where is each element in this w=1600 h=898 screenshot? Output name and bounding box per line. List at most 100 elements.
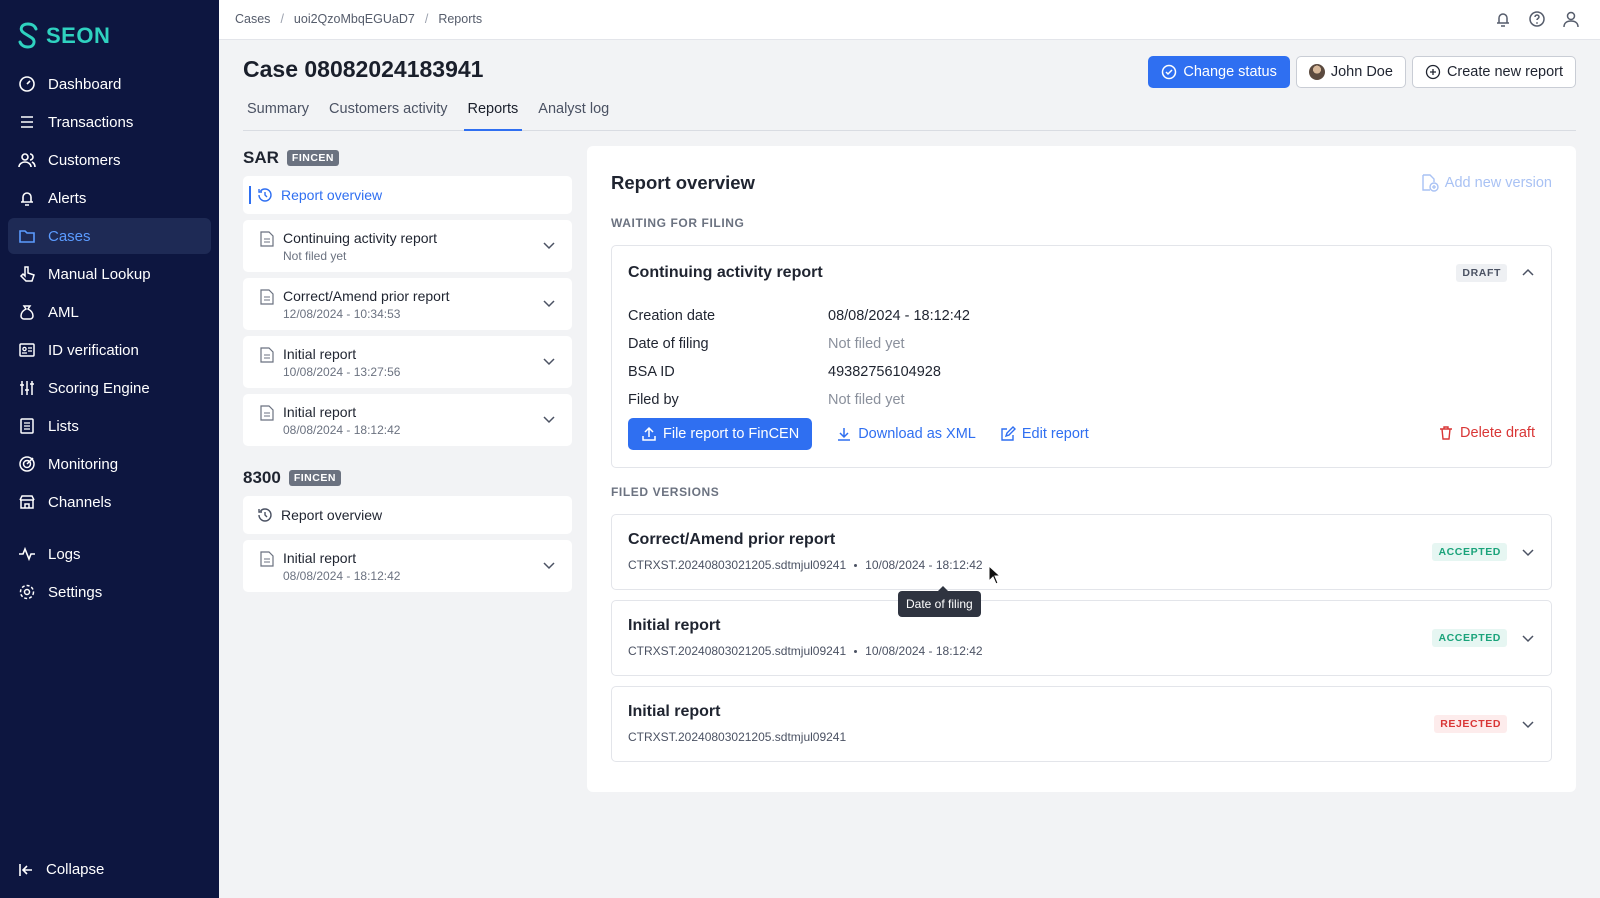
sar-report-item[interactable]: Correct/Amend prior report 12/08/2024 - … bbox=[243, 278, 572, 330]
delete-draft-button[interactable]: Delete draft bbox=[1438, 425, 1535, 441]
version-title: Correct/Amend prior report bbox=[628, 531, 836, 548]
sidebar-item-channels[interactable]: Channels bbox=[8, 484, 211, 520]
sidebar-item-transactions[interactable]: Transactions bbox=[8, 104, 211, 140]
tab-reports[interactable]: Reports bbox=[463, 98, 523, 131]
sar-report-item[interactable]: Initial report 08/08/2024 - 18:12:42 bbox=[243, 394, 572, 446]
tab-analyst-log[interactable]: Analyst log bbox=[534, 98, 613, 131]
draft-details: Creation date 08/08/2024 - 18:12:42 Date… bbox=[628, 302, 970, 414]
create-new-report-button[interactable]: Create new report bbox=[1411, 56, 1576, 88]
detail-row: Date of filing Not filed yet bbox=[628, 330, 970, 358]
waiting-for-filing-label: WAITING FOR FILING bbox=[611, 216, 745, 230]
version-filename: CTRXST.20240803021205.sdtmjul09241 bbox=[628, 730, 847, 744]
document-icon bbox=[260, 551, 274, 567]
version-filename: CTRXST.20240803021205.sdtmjul09241 bbox=[628, 558, 847, 572]
top-bar: Cases / uoi2QzoMbqEGUaD7 / Reports bbox=[219, 0, 1600, 40]
filed-version-card[interactable]: Initial report CTRXST.20240803021205.sdt… bbox=[611, 600, 1552, 676]
help-icon[interactable] bbox=[1528, 10, 1546, 28]
sidebar-item-label: Alerts bbox=[48, 189, 87, 207]
sar-report-item[interactable]: Initial report 10/08/2024 - 13:27:56 bbox=[243, 336, 572, 388]
sar-report-item[interactable]: Continuing activity report Not filed yet bbox=[243, 220, 572, 272]
file-report-button[interactable]: File report to FinCEN bbox=[628, 418, 813, 450]
chevron-up-icon[interactable] bbox=[1521, 266, 1535, 280]
report-item-date: 10/08/2024 - 13:27:56 bbox=[283, 365, 401, 379]
report-item-title: Initial report bbox=[283, 346, 357, 362]
meta-separator bbox=[854, 563, 858, 567]
chevron-down-icon[interactable] bbox=[1521, 545, 1535, 559]
add-new-version-button[interactable]: Add new version bbox=[1421, 174, 1552, 192]
seon-logo[interactable]: SEON bbox=[16, 22, 110, 50]
sidebar-item-cases[interactable]: Cases bbox=[8, 218, 211, 254]
sidebar-item-label: Settings bbox=[48, 583, 103, 601]
sidebar-item-label: Channels bbox=[48, 493, 112, 511]
form-8300-report-item[interactable]: Initial report 08/08/2024 - 18:12:42 bbox=[243, 540, 572, 592]
avatar bbox=[1308, 64, 1325, 80]
change-status-label: Change status bbox=[1183, 64, 1277, 80]
document-icon bbox=[260, 289, 274, 305]
chevron-down-icon[interactable] bbox=[542, 558, 556, 572]
filed-version-card[interactable]: Initial report CTRXST.20240803021205.sdt… bbox=[611, 686, 1552, 762]
add-new-version-label: Add new version bbox=[1444, 175, 1552, 191]
chevron-down-icon[interactable] bbox=[542, 412, 556, 426]
sidebar-item-settings[interactable]: Settings bbox=[8, 574, 211, 610]
version-meta: CTRXST.20240803021205.sdtmjul09241 10/08… bbox=[628, 644, 983, 658]
detail-row: Creation date 08/08/2024 - 18:12:42 bbox=[628, 302, 970, 330]
document-icon bbox=[260, 405, 274, 421]
filed-version-card[interactable]: Correct/Amend prior report CTRXST.202408… bbox=[611, 514, 1552, 590]
version-title: Initial report bbox=[628, 617, 721, 634]
version-meta: CTRXST.20240803021205.sdtmjul09241 bbox=[628, 730, 846, 744]
report-item-date: 12/08/2024 - 10:34:53 bbox=[283, 307, 401, 321]
file-plus-icon bbox=[1422, 174, 1439, 192]
sar-report-overview-item[interactable]: Report overview bbox=[243, 176, 572, 214]
sidebar-item-id-verification[interactable]: ID verification bbox=[8, 332, 211, 368]
status-badge: ACCEPTED bbox=[1432, 629, 1507, 647]
report-overview-label: Report overview bbox=[281, 187, 383, 203]
collapse-button[interactable]: Collapse bbox=[18, 861, 104, 878]
file-report-label: File report to FinCEN bbox=[663, 426, 800, 442]
sidebar-item-lists[interactable]: Lists bbox=[8, 408, 211, 444]
version-status-group: ACCEPTED bbox=[1432, 543, 1535, 561]
report-item-title: Continuing activity report bbox=[283, 230, 438, 246]
chevron-down-icon[interactable] bbox=[542, 354, 556, 368]
assignee-button[interactable]: John Doe bbox=[1295, 56, 1406, 88]
sidebar-item-scoring-engine[interactable]: Scoring Engine bbox=[8, 370, 211, 406]
tab-summary[interactable]: Summary bbox=[243, 98, 313, 131]
sidebar-item-label: ID verification bbox=[48, 341, 139, 359]
tab-customers-activity[interactable]: Customers activity bbox=[325, 98, 451, 131]
target-icon bbox=[19, 456, 35, 472]
chevron-down-icon[interactable] bbox=[542, 238, 556, 252]
change-status-button[interactable]: Change status bbox=[1148, 56, 1290, 88]
download-xml-link[interactable]: Download as XML bbox=[836, 426, 976, 442]
sidebar-item-customers[interactable]: Customers bbox=[8, 142, 211, 178]
aml-icon bbox=[20, 305, 34, 320]
sidebar-item-dashboard[interactable]: Dashboard bbox=[8, 66, 211, 102]
breadcrumb-case-id[interactable]: uoi2QzoMbqEGUaD7 bbox=[294, 12, 415, 26]
pointer-icon bbox=[19, 266, 35, 282]
chevron-down-icon[interactable] bbox=[542, 296, 556, 310]
edit-report-link[interactable]: Edit report bbox=[1000, 426, 1089, 442]
gear-icon bbox=[19, 584, 35, 600]
sidebar-item-manual-lookup[interactable]: Manual Lookup bbox=[8, 256, 211, 292]
notifications-bell-icon[interactable] bbox=[1494, 10, 1512, 28]
breadcrumb-cases[interactable]: Cases bbox=[235, 12, 270, 26]
detail-key: Date of filing bbox=[628, 336, 709, 352]
sidebar-item-monitoring[interactable]: Monitoring bbox=[8, 446, 211, 482]
sidebar-item-alerts[interactable]: Alerts bbox=[8, 180, 211, 216]
top-icons bbox=[1494, 10, 1580, 28]
sidebar-item-aml[interactable]: AML bbox=[8, 294, 211, 330]
form-8300-report-overview-item[interactable]: Report overview bbox=[243, 496, 572, 534]
store-icon bbox=[19, 495, 35, 509]
history-icon bbox=[258, 188, 272, 202]
users-icon bbox=[18, 153, 36, 168]
report-item-title: Initial report bbox=[283, 404, 357, 420]
sliders-icon bbox=[20, 381, 34, 395]
user-profile-icon[interactable] bbox=[1562, 10, 1580, 28]
report-overview-label: Report overview bbox=[281, 507, 383, 523]
report-item-date: 08/08/2024 - 18:12:42 bbox=[283, 569, 401, 583]
detail-value: Not filed yet bbox=[828, 336, 905, 352]
detail-value: 08/08/2024 - 18:12:42 bbox=[828, 308, 970, 324]
chevron-down-icon[interactable] bbox=[1521, 631, 1535, 645]
sidebar-item-logs[interactable]: Logs bbox=[8, 536, 211, 572]
chevron-down-icon[interactable] bbox=[1521, 717, 1535, 731]
history-icon bbox=[258, 508, 272, 522]
